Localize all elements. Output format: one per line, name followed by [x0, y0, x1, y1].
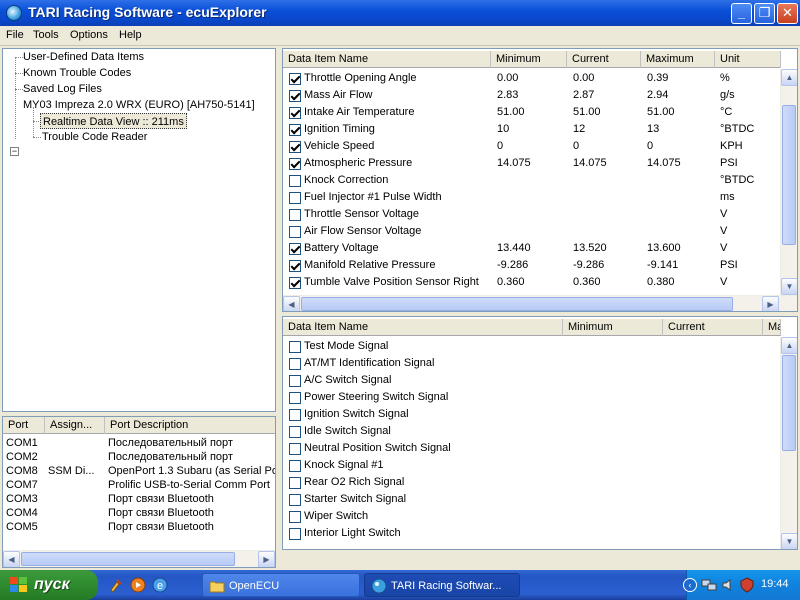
- row-checkbox[interactable]: [289, 90, 301, 102]
- row-checkbox[interactable]: [289, 158, 301, 170]
- row-checkbox[interactable]: [289, 511, 301, 523]
- scroll-up-icon[interactable]: ▲: [781, 337, 797, 354]
- ports-list[interactable]: Port Assign... Port Description COM1 Посл…: [2, 416, 276, 568]
- scroll-thumb[interactable]: [301, 297, 733, 311]
- tree-item-vehicle[interactable]: MY03 Impreza 2.0 WRX (EURO) [AH750-5141]: [23, 97, 255, 113]
- switch-data-grid[interactable]: Data Item Name Minimum Current Ma Test M…: [282, 316, 798, 550]
- scroll-right-icon[interactable]: ▶: [258, 551, 275, 567]
- row-checkbox[interactable]: [289, 209, 301, 221]
- col-unit[interactable]: Unit: [715, 51, 781, 68]
- col-maximum[interactable]: Ma: [763, 319, 781, 336]
- row-checkbox[interactable]: [289, 477, 301, 489]
- col-current[interactable]: Current: [567, 51, 641, 68]
- col-minimum[interactable]: Minimum: [491, 51, 567, 68]
- minimize-button[interactable]: _: [731, 3, 752, 24]
- title-bar[interactable]: TARI Racing Software - ecuExplorer _ ❐ ✕: [0, 0, 800, 26]
- tree-item-trouble-code-reader[interactable]: Trouble Code Reader: [42, 129, 147, 145]
- security-icon[interactable]: [739, 577, 755, 593]
- col-port-description[interactable]: Port Description: [105, 417, 275, 434]
- tree-item-user-defined[interactable]: User-Defined Data Items: [23, 49, 144, 65]
- row-checkbox[interactable]: [289, 460, 301, 472]
- realtime-data-grid[interactable]: Data Item Name Minimum Current Maximum U…: [282, 48, 798, 312]
- row-checkbox[interactable]: [289, 107, 301, 119]
- app-icon: [6, 5, 22, 21]
- clock: 19:44: [761, 578, 789, 590]
- folder-icon: [209, 581, 225, 593]
- row-checkbox[interactable]: [289, 358, 301, 370]
- row-checkbox[interactable]: [289, 73, 301, 85]
- row-checkbox[interactable]: [289, 426, 301, 438]
- scroll-left-icon[interactable]: ◀: [3, 551, 20, 567]
- browser-icon[interactable]: e: [152, 577, 168, 593]
- scroll-thumb[interactable]: [782, 105, 796, 245]
- row-checkbox[interactable]: [289, 375, 301, 387]
- col-data-item-name[interactable]: Data Item Name: [283, 319, 563, 336]
- col-assign[interactable]: Assign...: [45, 417, 105, 434]
- taskbar-item-openecu[interactable]: OpenECU: [202, 573, 360, 597]
- scroll-thumb[interactable]: [21, 552, 235, 566]
- tree-item-saved-log-files[interactable]: Saved Log Files: [23, 81, 102, 97]
- quick-launch-tool-icon[interactable]: [108, 577, 124, 593]
- row-checkbox[interactable]: [289, 409, 301, 421]
- network-icon[interactable]: [701, 577, 717, 593]
- menu-options[interactable]: Options: [70, 29, 108, 41]
- row-checkbox[interactable]: [289, 392, 301, 404]
- menu-help[interactable]: Help: [119, 29, 142, 41]
- main-window: TARI Racing Software - ecuExplorer _ ❐ ✕…: [0, 0, 800, 570]
- scroll-down-icon[interactable]: ▼: [781, 533, 797, 549]
- svg-text:e: e: [157, 580, 163, 592]
- row-checkbox[interactable]: [289, 175, 301, 187]
- row-checkbox[interactable]: [289, 277, 301, 289]
- tray-expand-icon[interactable]: ‹: [683, 578, 697, 592]
- scroll-up-icon[interactable]: ▲: [781, 69, 797, 86]
- data-grid-horizontal-scrollbar[interactable]: ◀ ▶: [283, 295, 797, 311]
- row-checkbox[interactable]: [289, 124, 301, 136]
- media-player-icon[interactable]: [130, 577, 146, 593]
- app-icon: [371, 578, 387, 594]
- row-checkbox[interactable]: [289, 443, 301, 455]
- col-minimum[interactable]: Minimum: [563, 319, 663, 336]
- col-data-item-name[interactable]: Data Item Name: [283, 51, 491, 68]
- ports-horizontal-scrollbar[interactable]: ◀ ▶: [3, 550, 275, 567]
- menu-tools[interactable]: Tools: [33, 29, 59, 41]
- ports-header: Port Assign... Port Description: [3, 417, 275, 434]
- tree-item-known-trouble-codes[interactable]: Known Trouble Codes: [23, 65, 131, 81]
- scroll-right-icon[interactable]: ▶: [762, 296, 779, 311]
- scroll-thumb[interactable]: [782, 355, 796, 451]
- maximize-button[interactable]: ❐: [754, 3, 775, 24]
- row-checkbox[interactable]: [289, 494, 301, 506]
- window-title: TARI Racing Software - ecuExplorer: [28, 4, 267, 20]
- scroll-left-icon[interactable]: ◀: [283, 296, 300, 311]
- row-checkbox[interactable]: [289, 243, 301, 255]
- close-button[interactable]: ✕: [777, 3, 798, 24]
- data-grid-header: Data Item Name Minimum Current Maximum U…: [283, 51, 781, 68]
- row-checkbox[interactable]: [289, 260, 301, 272]
- tree-item-realtime-data-view[interactable]: Realtime Data View :: 211ms: [40, 113, 187, 129]
- taskbar-item-tari[interactable]: TARI Racing Softwar...: [364, 573, 520, 597]
- system-tray: ‹ 19:44: [683, 570, 800, 600]
- col-port[interactable]: Port: [3, 417, 45, 434]
- navigation-tree[interactable]: User-Defined Data Items Known Trouble Co…: [2, 48, 276, 412]
- col-current[interactable]: Current: [663, 319, 763, 336]
- menu-file[interactable]: File: [6, 29, 24, 41]
- row-checkbox[interactable]: [289, 141, 301, 153]
- scroll-down-icon[interactable]: ▼: [781, 278, 797, 295]
- taskbar: пуск e OpenECU TARI Racing Softwar... ‹ …: [0, 570, 800, 600]
- row-checkbox[interactable]: [289, 341, 301, 353]
- windows-logo-icon: [10, 577, 28, 593]
- start-label: пуск: [34, 576, 70, 593]
- volume-icon[interactable]: [721, 577, 737, 593]
- start-button[interactable]: пуск: [0, 570, 98, 600]
- row-checkbox[interactable]: [289, 192, 301, 204]
- data-grid-vertical-scrollbar[interactable]: ▲ ▼: [780, 69, 797, 295]
- switch-grid-vertical-scrollbar[interactable]: ▲ ▼: [780, 337, 797, 549]
- switch-grid-header: Data Item Name Minimum Current Ma: [283, 319, 781, 336]
- col-maximum[interactable]: Maximum: [641, 51, 715, 68]
- row-checkbox[interactable]: [289, 528, 301, 540]
- menu-bar: File Tools Options Help: [0, 26, 800, 46]
- tree-collapse-icon[interactable]: −: [10, 147, 19, 156]
- row-checkbox[interactable]: [289, 226, 301, 238]
